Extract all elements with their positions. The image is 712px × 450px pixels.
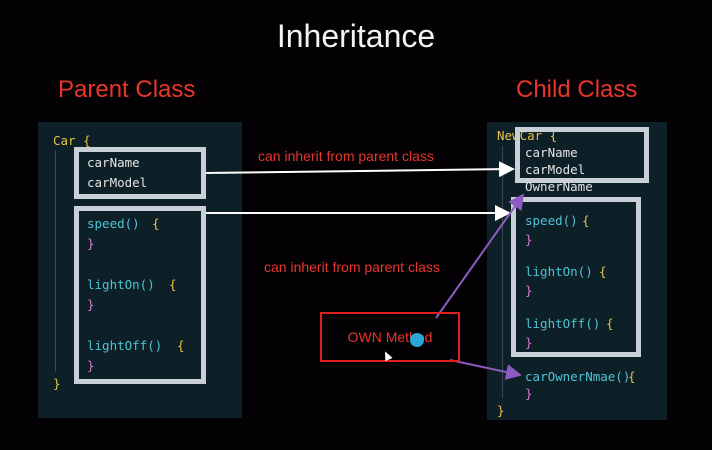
inherit-props-label: can inherit from parent class [258, 148, 434, 164]
props-inherit-arrow [205, 161, 515, 178]
arrow-layer [205, 161, 525, 380]
own-method-arrow [449, 359, 522, 380]
cursor-dot-icon [410, 333, 424, 347]
inherit-methods-label: can inherit from parent class [264, 259, 440, 275]
